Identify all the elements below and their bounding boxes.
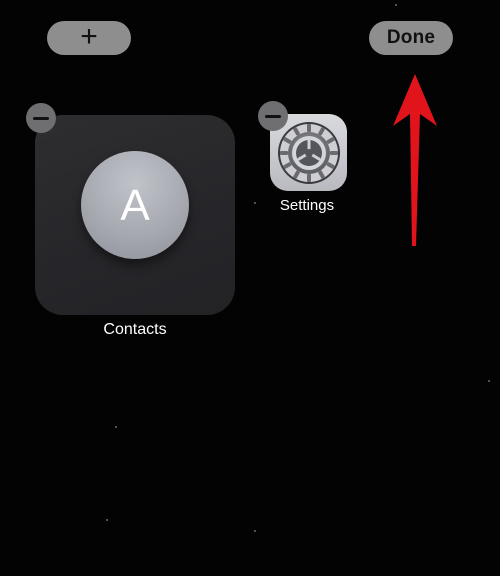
home-screen-edit-mode: + Done A Contacts Settings (0, 0, 500, 576)
done-button[interactable]: Done (369, 21, 453, 55)
contacts-widget-label: Contacts (103, 321, 167, 338)
minus-icon (33, 116, 49, 120)
wallpaper-speck (254, 530, 256, 532)
remove-settings-app-button[interactable] (258, 101, 288, 131)
wallpaper-speck (488, 380, 490, 382)
wallpaper-speck (106, 519, 108, 521)
avatar-initial: A (120, 181, 150, 230)
wallpaper-speck (254, 202, 256, 204)
remove-contacts-widget-button[interactable] (26, 103, 56, 133)
minus-icon (265, 114, 281, 118)
wallpaper-speck (395, 4, 397, 6)
contact-avatar: A (81, 151, 189, 259)
add-widget-button[interactable]: + (47, 21, 131, 55)
plus-icon: + (80, 19, 98, 53)
red-arrow-annotation (393, 74, 437, 246)
settings-app-label: Settings (279, 197, 335, 214)
wallpaper-speck (115, 426, 117, 428)
contacts-widget[interactable]: A (35, 115, 235, 315)
gear-icon (277, 121, 340, 184)
